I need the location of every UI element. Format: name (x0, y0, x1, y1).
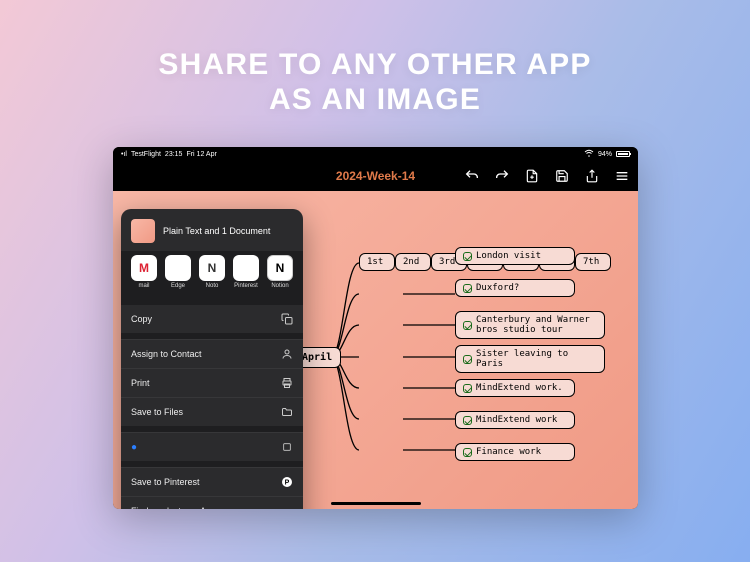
pinterest-icon: P (281, 476, 293, 488)
action-label: Copy (131, 314, 152, 324)
save-button[interactable] (554, 168, 570, 184)
day-node[interactable]: 2nd (395, 253, 431, 271)
action-label: Save to Pinterest (131, 477, 200, 487)
share-button[interactable] (584, 168, 600, 184)
task-label: MindExtend work (476, 415, 557, 425)
chevron-icon (281, 505, 293, 509)
share-app-notion[interactable]: N Notion (267, 255, 293, 289)
app-icon: N (267, 255, 293, 281)
share-app-pinterest[interactable]: P Pinterest (233, 255, 259, 289)
share-header: Plain Text and 1 Document (163, 226, 270, 236)
root-label: April (302, 352, 332, 363)
app-icon: e (165, 255, 191, 281)
app-icon: N (199, 255, 225, 281)
share-thumbnail (131, 219, 155, 243)
share-sheet: Plain Text and 1 Document MmaileEdgeNNot… (121, 209, 303, 509)
status-time: 23:15 (165, 151, 183, 158)
share-action[interactable]: Assign to Contact (121, 339, 303, 368)
share-action[interactable]: Find products on Amazon (121, 496, 303, 509)
files-icon (281, 406, 293, 418)
checkbox-icon[interactable] (463, 252, 472, 261)
task-node[interactable]: Duxford? (455, 279, 575, 297)
task-label: Finance work (476, 447, 541, 457)
day-label: 2nd (403, 257, 419, 267)
app-label: mail (138, 283, 149, 289)
status-date: Fri 12 Apr (186, 151, 216, 158)
marketing-headline: SHARE TO ANY OTHER APP AS AN IMAGE (0, 48, 750, 117)
share-action[interactable]: Save to Files (121, 397, 303, 426)
copy-icon (281, 313, 293, 325)
menu-button[interactable] (614, 168, 630, 184)
wifi-icon (584, 149, 594, 159)
checkbox-icon[interactable] (463, 321, 472, 330)
action-label: Print (131, 378, 150, 388)
task-label: Sister leaving to Paris (476, 349, 597, 369)
new-doc-button[interactable] (524, 168, 540, 184)
contact-icon (281, 348, 293, 360)
redo-button[interactable] (494, 168, 510, 184)
square-icon (281, 441, 293, 453)
battery-icon (616, 151, 630, 157)
task-node[interactable]: Canterbury and Warner bros studio tour (455, 311, 605, 339)
app-label: Notion (271, 283, 288, 289)
action-label: Find products on Amazon (131, 506, 233, 509)
app-icon: P (233, 255, 259, 281)
checkbox-icon[interactable] (463, 416, 472, 425)
share-app-edge[interactable]: e Edge (165, 255, 191, 289)
task-node[interactable]: London visit (455, 247, 575, 265)
task-node[interactable]: Finance work (455, 443, 575, 461)
battery-pct: 94% (598, 151, 612, 158)
task-label: London visit (476, 251, 541, 261)
headline-line-1: SHARE TO ANY OTHER APP (0, 48, 750, 83)
mindmap-canvas[interactable]: April 1st2nd3rd4th5th6th7th London visit… (113, 191, 638, 509)
task-label: Duxford? (476, 283, 519, 293)
share-action[interactable]: ● (121, 432, 303, 461)
share-app-noto[interactable]: N Noto (199, 255, 225, 289)
task-node[interactable]: MindExtend work. (455, 379, 575, 397)
checkbox-icon[interactable] (463, 448, 472, 457)
tablet-frame: •ıl TestFlight 23:15 Fri 12 Apr 94% 2024… (113, 147, 638, 509)
checkbox-icon[interactable] (463, 384, 472, 393)
checkbox-icon[interactable] (463, 355, 472, 364)
app-label: Edge (171, 283, 185, 289)
day-node[interactable]: 1st (359, 253, 395, 271)
app-label: Pinterest (234, 283, 258, 289)
app-label: Noto (206, 283, 219, 289)
app-icon: M (131, 255, 157, 281)
share-action[interactable]: Print (121, 368, 303, 397)
svg-text:P: P (285, 480, 290, 487)
action-label: Save to Files (131, 407, 183, 417)
share-action[interactable]: Save to Pinterest P (121, 467, 303, 496)
task-node[interactable]: Sister leaving to Paris (455, 345, 605, 373)
task-node[interactable]: MindExtend work (455, 411, 575, 429)
status-carrier: TestFlight (131, 151, 161, 158)
day-label: 1st (367, 257, 383, 267)
checkbox-icon[interactable] (463, 284, 472, 293)
task-label: MindExtend work. (476, 383, 563, 393)
share-actions-list: Copy Assign to Contact Print Save to Files ●… (121, 305, 303, 509)
task-label: Canterbury and Warner bros studio tour (476, 315, 597, 335)
share-app-mail[interactable]: Mmail (131, 255, 157, 289)
print-icon (281, 377, 293, 389)
undo-button[interactable] (464, 168, 480, 184)
home-indicator[interactable] (331, 502, 421, 505)
status-bar: •ıl TestFlight 23:15 Fri 12 Apr 94% (113, 147, 638, 161)
day-label: 3rd (439, 257, 455, 267)
headline-line-2: AS AN IMAGE (0, 83, 750, 118)
app-toolbar: 2024-Week-14 (113, 161, 638, 191)
share-action[interactable]: Copy (121, 305, 303, 333)
action-dot-icon: ● (131, 442, 137, 453)
share-app-row: MmaileEdgeNNotoPPinterestNNotion (121, 251, 303, 299)
action-label: Assign to Contact (131, 349, 202, 359)
